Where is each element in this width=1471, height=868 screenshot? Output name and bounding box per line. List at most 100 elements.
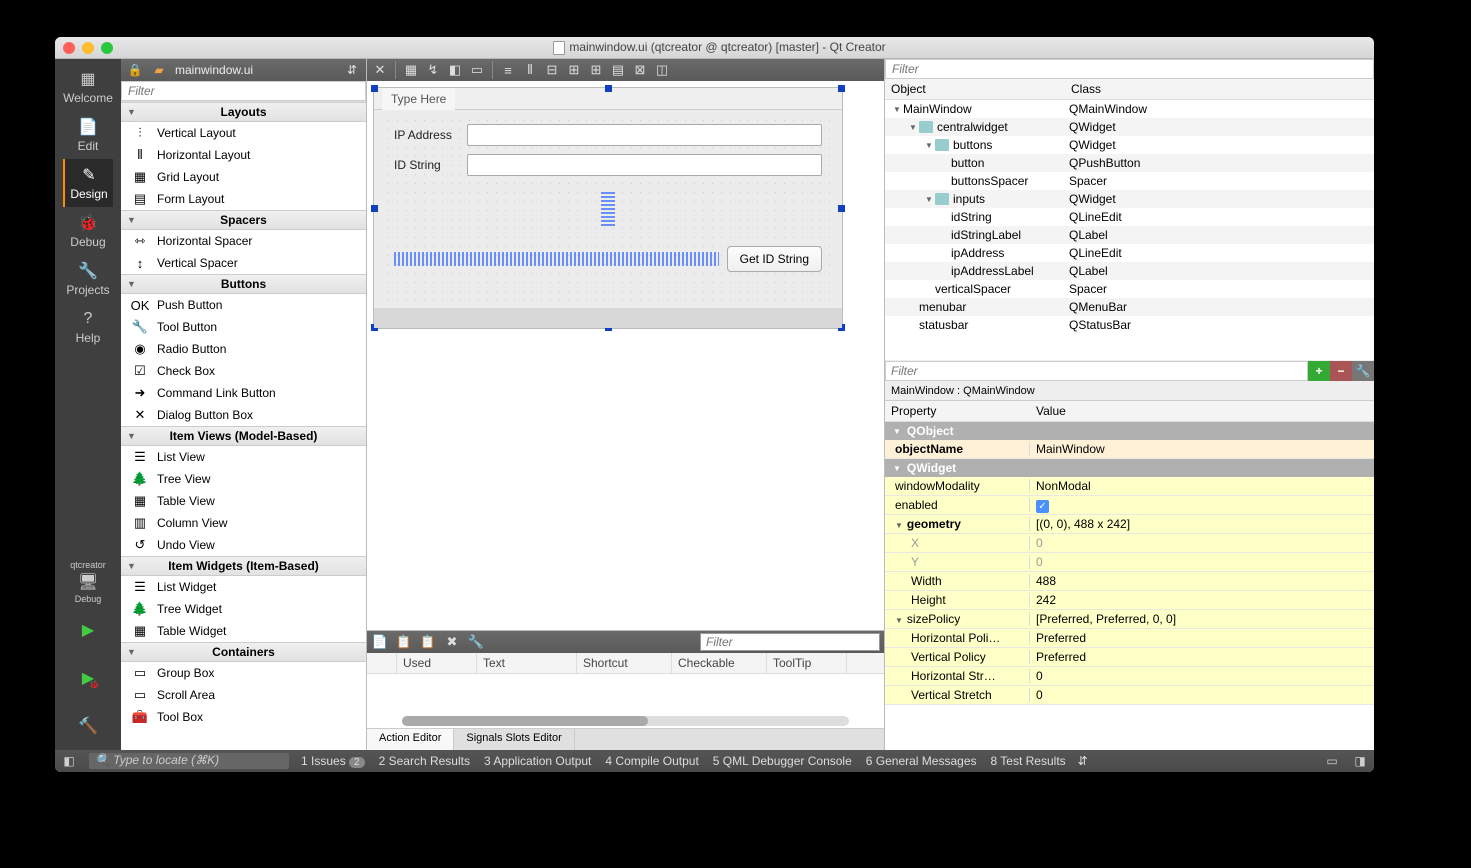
object-tree[interactable]: ▼MainWindowQMainWindow▼centralwidgetQWid…: [885, 100, 1374, 360]
object-filter[interactable]: [885, 59, 1374, 79]
widget-tool-box[interactable]: 🧰Tool Box: [121, 706, 366, 728]
object-row[interactable]: ▼inputsQWidget: [885, 190, 1374, 208]
object-row[interactable]: verticalSpacerSpacer: [885, 280, 1374, 298]
object-row[interactable]: ipAddressQLineEdit: [885, 244, 1374, 262]
category-header[interactable]: Containers: [121, 642, 366, 662]
widget-push-button[interactable]: OKPush Button: [121, 294, 366, 316]
property-row[interactable]: Vertical PolicyPreferred: [885, 648, 1374, 667]
widget-vertical-spacer[interactable]: ↕Vertical Spacer: [121, 252, 366, 274]
debug-run-button[interactable]: ▶🐞: [55, 654, 121, 702]
object-row[interactable]: ▼centralwidgetQWidget: [885, 118, 1374, 136]
edit-buddies-icon[interactable]: ◧: [446, 61, 464, 79]
updown-icon[interactable]: ⇵: [1078, 754, 1088, 768]
widget-table-widget[interactable]: ▦Table Widget: [121, 620, 366, 642]
object-row[interactable]: ▼MainWindowQMainWindow: [885, 100, 1374, 118]
object-row[interactable]: buttonQPushButton: [885, 154, 1374, 172]
object-row[interactable]: menubarQMenuBar: [885, 298, 1374, 316]
property-row[interactable]: Horizontal Poli…Preferred: [885, 629, 1374, 648]
property-row[interactable]: objectNameMainWindow: [885, 440, 1374, 459]
object-row[interactable]: buttonsSpacerSpacer: [885, 172, 1374, 190]
object-row[interactable]: ipAddressLabelQLabel: [885, 262, 1374, 280]
layout-form-icon[interactable]: ▤: [609, 61, 627, 79]
output-tab-issues[interactable]: 1 Issues 2: [301, 754, 365, 768]
new-action-icon[interactable]: 📄: [371, 633, 389, 651]
tab-action-editor[interactable]: Action Editor: [367, 729, 454, 750]
widget-column-view[interactable]: ▥Column View: [121, 512, 366, 534]
output-tab-test-results[interactable]: 8 Test Results: [991, 754, 1066, 768]
ip-lineedit[interactable]: [467, 124, 822, 146]
widget-scroll-area[interactable]: ▭Scroll Area: [121, 684, 366, 706]
nav-welcome[interactable]: ▦Welcome: [63, 63, 113, 111]
add-property-icon[interactable]: +: [1308, 361, 1330, 381]
remove-property-icon[interactable]: −: [1330, 361, 1352, 381]
category-header[interactable]: Item Views (Model-Based): [121, 426, 366, 446]
kit-selector[interactable]: qtcreator 🖥 Debug: [55, 558, 121, 606]
nav-edit[interactable]: 📄Edit: [63, 111, 113, 159]
design-canvas[interactable]: Type Here IP Address ID String Get ID St…: [367, 81, 884, 630]
property-row[interactable]: Horizontal Str…0: [885, 667, 1374, 686]
form-mainwindow[interactable]: Type Here IP Address ID String Get ID St…: [373, 87, 843, 329]
category-header[interactable]: Buttons: [121, 274, 366, 294]
lock-icon[interactable]: 🔒: [127, 62, 143, 78]
widget-list[interactable]: Layouts⫶Vertical Layout⫴Horizontal Layou…: [121, 101, 366, 750]
property-row[interactable]: ▼sizePolicy[Preferred, Preferred, 0, 0]: [885, 610, 1374, 629]
id-lineedit[interactable]: [467, 154, 822, 176]
property-row[interactable]: windowModalityNonModal: [885, 477, 1374, 496]
updown-icon[interactable]: ⇵: [344, 62, 360, 78]
object-row[interactable]: idStringLabelQLabel: [885, 226, 1374, 244]
nav-projects[interactable]: 🔧Projects: [63, 255, 113, 303]
vertical-spacer-preview[interactable]: [601, 190, 615, 226]
widget-horizontal-layout[interactable]: ⫴Horizontal Layout: [121, 144, 366, 166]
nav-debug[interactable]: 🐞Debug: [63, 207, 113, 255]
paste-icon[interactable]: 📋: [419, 633, 437, 651]
widget-tree-view[interactable]: 🌲Tree View: [121, 468, 366, 490]
settings-icon[interactable]: 🔧: [467, 633, 485, 651]
zoom-icon[interactable]: [101, 42, 113, 54]
scrollbar[interactable]: [402, 716, 849, 726]
widget-horizontal-spacer[interactable]: ⇿Horizontal Spacer: [121, 230, 366, 252]
statusbar-preview[interactable]: [374, 308, 842, 328]
horizontal-spacer-preview[interactable]: [394, 252, 719, 266]
widget-tree-widget[interactable]: 🌲Tree Widget: [121, 598, 366, 620]
category-header[interactable]: Spacers: [121, 210, 366, 230]
property-row[interactable]: X0: [885, 534, 1374, 553]
progress-icon[interactable]: ▭: [1324, 753, 1340, 769]
build-button[interactable]: 🔨: [55, 702, 121, 750]
widget-vertical-layout[interactable]: ⫶Vertical Layout: [121, 122, 366, 144]
action-list[interactable]: [367, 674, 884, 728]
nav-design[interactable]: ✎Design: [63, 159, 113, 207]
property-group[interactable]: QWidget: [885, 459, 1374, 477]
run-button[interactable]: ▶: [55, 606, 121, 654]
category-header[interactable]: Item Widgets (Item-Based): [121, 556, 366, 576]
widget-undo-view[interactable]: ↺Undo View: [121, 534, 366, 556]
output-tab-compile-output[interactable]: 4 Compile Output: [605, 754, 698, 768]
output-tab-general-messages[interactable]: 6 General Messages: [866, 754, 977, 768]
property-list[interactable]: QObjectobjectNameMainWindowQWidgetwindow…: [885, 422, 1374, 750]
edit-taborder-icon[interactable]: ▭: [468, 61, 486, 79]
property-row[interactable]: ▼geometry[(0, 0), 488 x 242]: [885, 515, 1374, 534]
widget-grid-layout[interactable]: ▦Grid Layout: [121, 166, 366, 188]
wrench-icon[interactable]: 🔧: [1352, 361, 1374, 381]
property-row[interactable]: Y0: [885, 553, 1374, 572]
action-filter[interactable]: [700, 633, 880, 651]
widget-group-box[interactable]: ▭Group Box: [121, 662, 366, 684]
nav-help[interactable]: ?Help: [63, 303, 113, 351]
layout-hsplit-icon[interactable]: ⊟: [543, 61, 561, 79]
property-row[interactable]: Height242: [885, 591, 1374, 610]
sidebar-toggle-icon[interactable]: ◧: [61, 753, 77, 769]
locator-input[interactable]: 🔍 Type to locate (⌘K): [89, 753, 289, 769]
output-tab-search-results[interactable]: 2 Search Results: [379, 754, 470, 768]
widget-table-view[interactable]: ▦Table View: [121, 490, 366, 512]
widget-list-widget[interactable]: ☰List Widget: [121, 576, 366, 598]
widget-list-view[interactable]: ☰List View: [121, 446, 366, 468]
close-file-icon[interactable]: ✕: [371, 61, 389, 79]
delete-icon[interactable]: ✖: [443, 633, 461, 651]
edit-signals-icon[interactable]: ↯: [424, 61, 442, 79]
layout-v-icon[interactable]: ⫴: [521, 61, 539, 79]
widget-form-layout[interactable]: ▤Form Layout: [121, 188, 366, 210]
edit-widgets-icon[interactable]: ▦: [402, 61, 420, 79]
close-icon[interactable]: [63, 42, 75, 54]
property-row[interactable]: Width488: [885, 572, 1374, 591]
object-row[interactable]: idStringQLineEdit: [885, 208, 1374, 226]
get-id-button[interactable]: Get ID String: [727, 246, 822, 272]
